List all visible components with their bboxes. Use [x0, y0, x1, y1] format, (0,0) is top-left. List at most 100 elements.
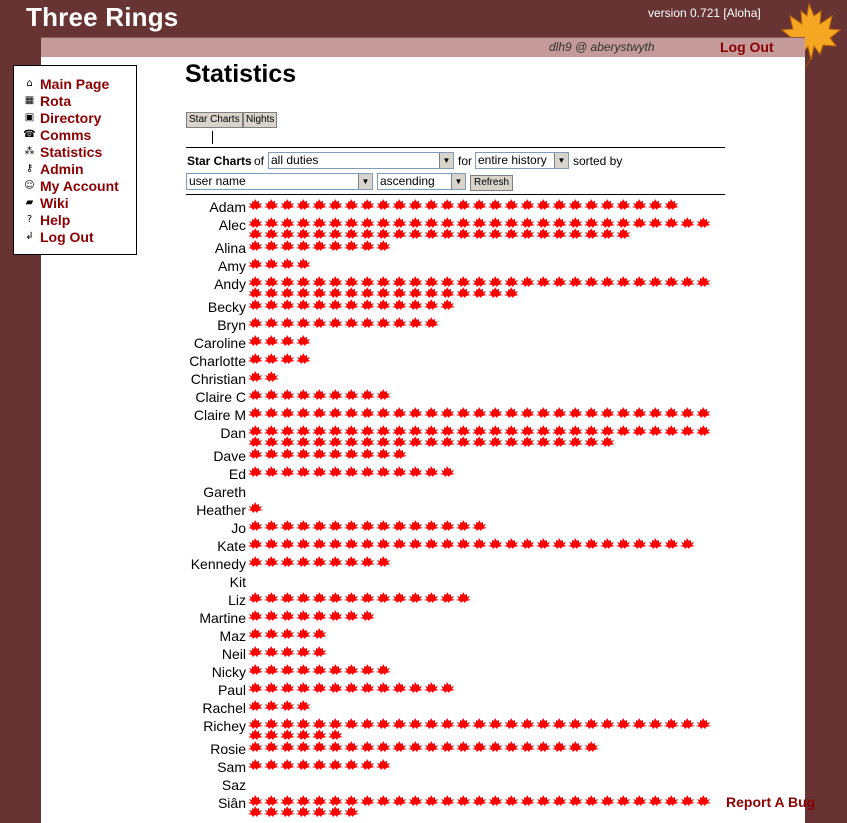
star-icon [328, 317, 344, 328]
star-icon [376, 299, 392, 310]
star-icon [328, 806, 344, 817]
star-icon [296, 258, 312, 269]
star-icon [584, 425, 600, 436]
star-icon [408, 317, 424, 328]
star-icon [536, 718, 552, 729]
telephone-icon: ☎ [23, 128, 36, 140]
menu-item-label: Admin [40, 160, 84, 177]
star-icon [424, 407, 440, 418]
star-icon [536, 425, 552, 436]
star-icon [392, 276, 408, 287]
star-icon [696, 407, 712, 418]
star-icon [424, 682, 440, 693]
tab-nights[interactable]: Nights [243, 112, 278, 128]
star-icon [360, 317, 376, 328]
star-icon [296, 287, 312, 298]
star-icon [264, 371, 280, 382]
star-icon [248, 466, 264, 477]
star-icon [280, 806, 296, 817]
duty-select[interactable]: all duties ▼ [268, 152, 454, 169]
star-icon [664, 718, 680, 729]
star-icon [376, 538, 392, 549]
star-icon [408, 592, 424, 603]
tab-star-charts[interactable]: Star Charts [186, 112, 243, 128]
menu-item-help[interactable]: ? Help [24, 211, 136, 228]
star-icon [616, 718, 632, 729]
star-icon [264, 217, 280, 228]
star-icon [472, 520, 488, 531]
star-icon [296, 664, 312, 675]
star-icon [504, 228, 520, 239]
star-icon [376, 795, 392, 806]
order-select[interactable]: ascending ▼ [377, 173, 466, 190]
star-icon [248, 556, 264, 567]
person-name: Andy [214, 276, 246, 292]
star-icon [472, 407, 488, 418]
person-name: Liz [228, 592, 246, 608]
star-list [248, 758, 718, 770]
star-icon [344, 407, 360, 418]
menu-item-statistics[interactable]: ⁂ Statistics [24, 143, 136, 160]
star-icon [504, 287, 520, 298]
star-icon [456, 520, 472, 531]
star-list [248, 519, 718, 531]
star-icon [360, 436, 376, 447]
star-icon [552, 217, 568, 228]
star-list [248, 573, 718, 574]
star-icon [264, 556, 280, 567]
person-name: Heather [196, 502, 246, 518]
app-title: Three Rings [26, 2, 179, 32]
star-icon [616, 217, 632, 228]
star-icon [408, 718, 424, 729]
of-label: of [254, 154, 265, 168]
star-icon [280, 700, 296, 711]
logout-link[interactable]: Log Out [720, 39, 774, 55]
menu-item-main-page[interactable]: ⌂ Main Page [24, 75, 136, 92]
star-icon [408, 228, 424, 239]
star-icon [264, 240, 280, 251]
star-icon [520, 538, 536, 549]
menu-item-rota[interactable]: ▦ Rota [24, 92, 136, 109]
menu-item-my-account[interactable]: ☺ My Account [24, 177, 136, 194]
star-icon [632, 199, 648, 210]
star-icon [424, 466, 440, 477]
star-icon [456, 425, 472, 436]
star-icon [424, 795, 440, 806]
star-icon [552, 407, 568, 418]
star-icon [328, 592, 344, 603]
sort-select[interactable]: user name ▼ [186, 173, 373, 190]
star-icon [328, 276, 344, 287]
star-row: Jo [186, 519, 726, 537]
star-icon [344, 610, 360, 621]
star-icon [248, 287, 264, 298]
star-icon [328, 448, 344, 459]
star-icon [456, 276, 472, 287]
report-bug-link[interactable]: Report A Bug [726, 794, 815, 810]
refresh-button[interactable]: Refresh [470, 175, 514, 191]
star-icon [264, 335, 280, 346]
star-icon [312, 556, 328, 567]
star-list [248, 465, 718, 477]
smiley-icon: ☺ [24, 179, 35, 191]
chevron-down-icon: ▼ [554, 153, 568, 168]
star-icon [392, 592, 408, 603]
menu-item-wiki[interactable]: ▰ Wiki [24, 194, 136, 211]
menu-item-admin[interactable]: ⚷ Admin [24, 160, 136, 177]
period-select[interactable]: entire history ▼ [475, 152, 569, 169]
star-list [248, 663, 718, 675]
star-icon [376, 520, 392, 531]
star-icon [408, 436, 424, 447]
menu-item-log-out[interactable]: ↲ Log Out [24, 228, 136, 245]
menu-item-comms[interactable]: ☎ Comms [23, 126, 136, 143]
star-icon [360, 299, 376, 310]
star-icon [632, 425, 648, 436]
star-icon [312, 520, 328, 531]
star-icon [296, 556, 312, 567]
star-icon [328, 299, 344, 310]
menu-item-directory[interactable]: ▣ Directory [24, 109, 136, 126]
star-icon [248, 520, 264, 531]
star-list [248, 275, 718, 298]
person-name: Maz [219, 628, 246, 644]
star-row: Kit [186, 573, 726, 591]
star-list [248, 257, 718, 269]
